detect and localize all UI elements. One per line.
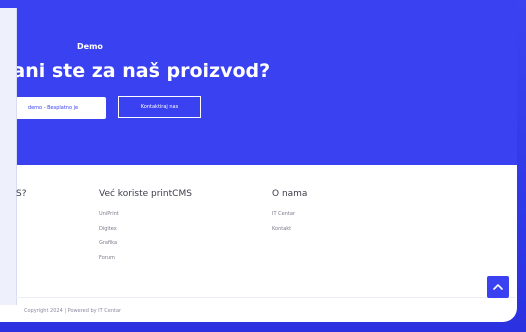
footer-col2-title: Već koriste printCMS	[99, 189, 192, 199]
footer-col3-title: O nama	[272, 189, 308, 199]
scroll-to-top-button[interactable]	[487, 276, 509, 298]
footer-link-it-centar[interactable]: IT Centar	[272, 211, 295, 217]
hero-eyebrow: Demo	[77, 42, 103, 51]
footer-link-uniprint[interactable]: UniPrint	[99, 211, 119, 217]
footer-link-kontakt[interactable]: Kontakt	[272, 226, 291, 232]
footer-link-forum[interactable]: Forum	[99, 255, 115, 261]
cta-hero: Demo vani ste za naš proizvod? demo - Be…	[0, 0, 517, 165]
side-panel	[0, 8, 17, 305]
hero-title: vani ste za naš proizvod?	[0, 60, 271, 82]
site-card: Demo vani ste za naš proizvod? demo - Be…	[0, 0, 517, 322]
chevron-up-icon	[493, 284, 503, 290]
footer-divider	[16, 297, 516, 298]
copyright-text: Copyright 2024 | Powered by IT Centar	[24, 308, 122, 314]
contact-button[interactable]: Kontaktiraj nas	[118, 96, 201, 118]
footer-col1-title: S?	[16, 189, 27, 199]
footer-link-grafika[interactable]: Grafika	[99, 240, 117, 246]
footer-link-digitex[interactable]: Digitex	[99, 226, 117, 232]
